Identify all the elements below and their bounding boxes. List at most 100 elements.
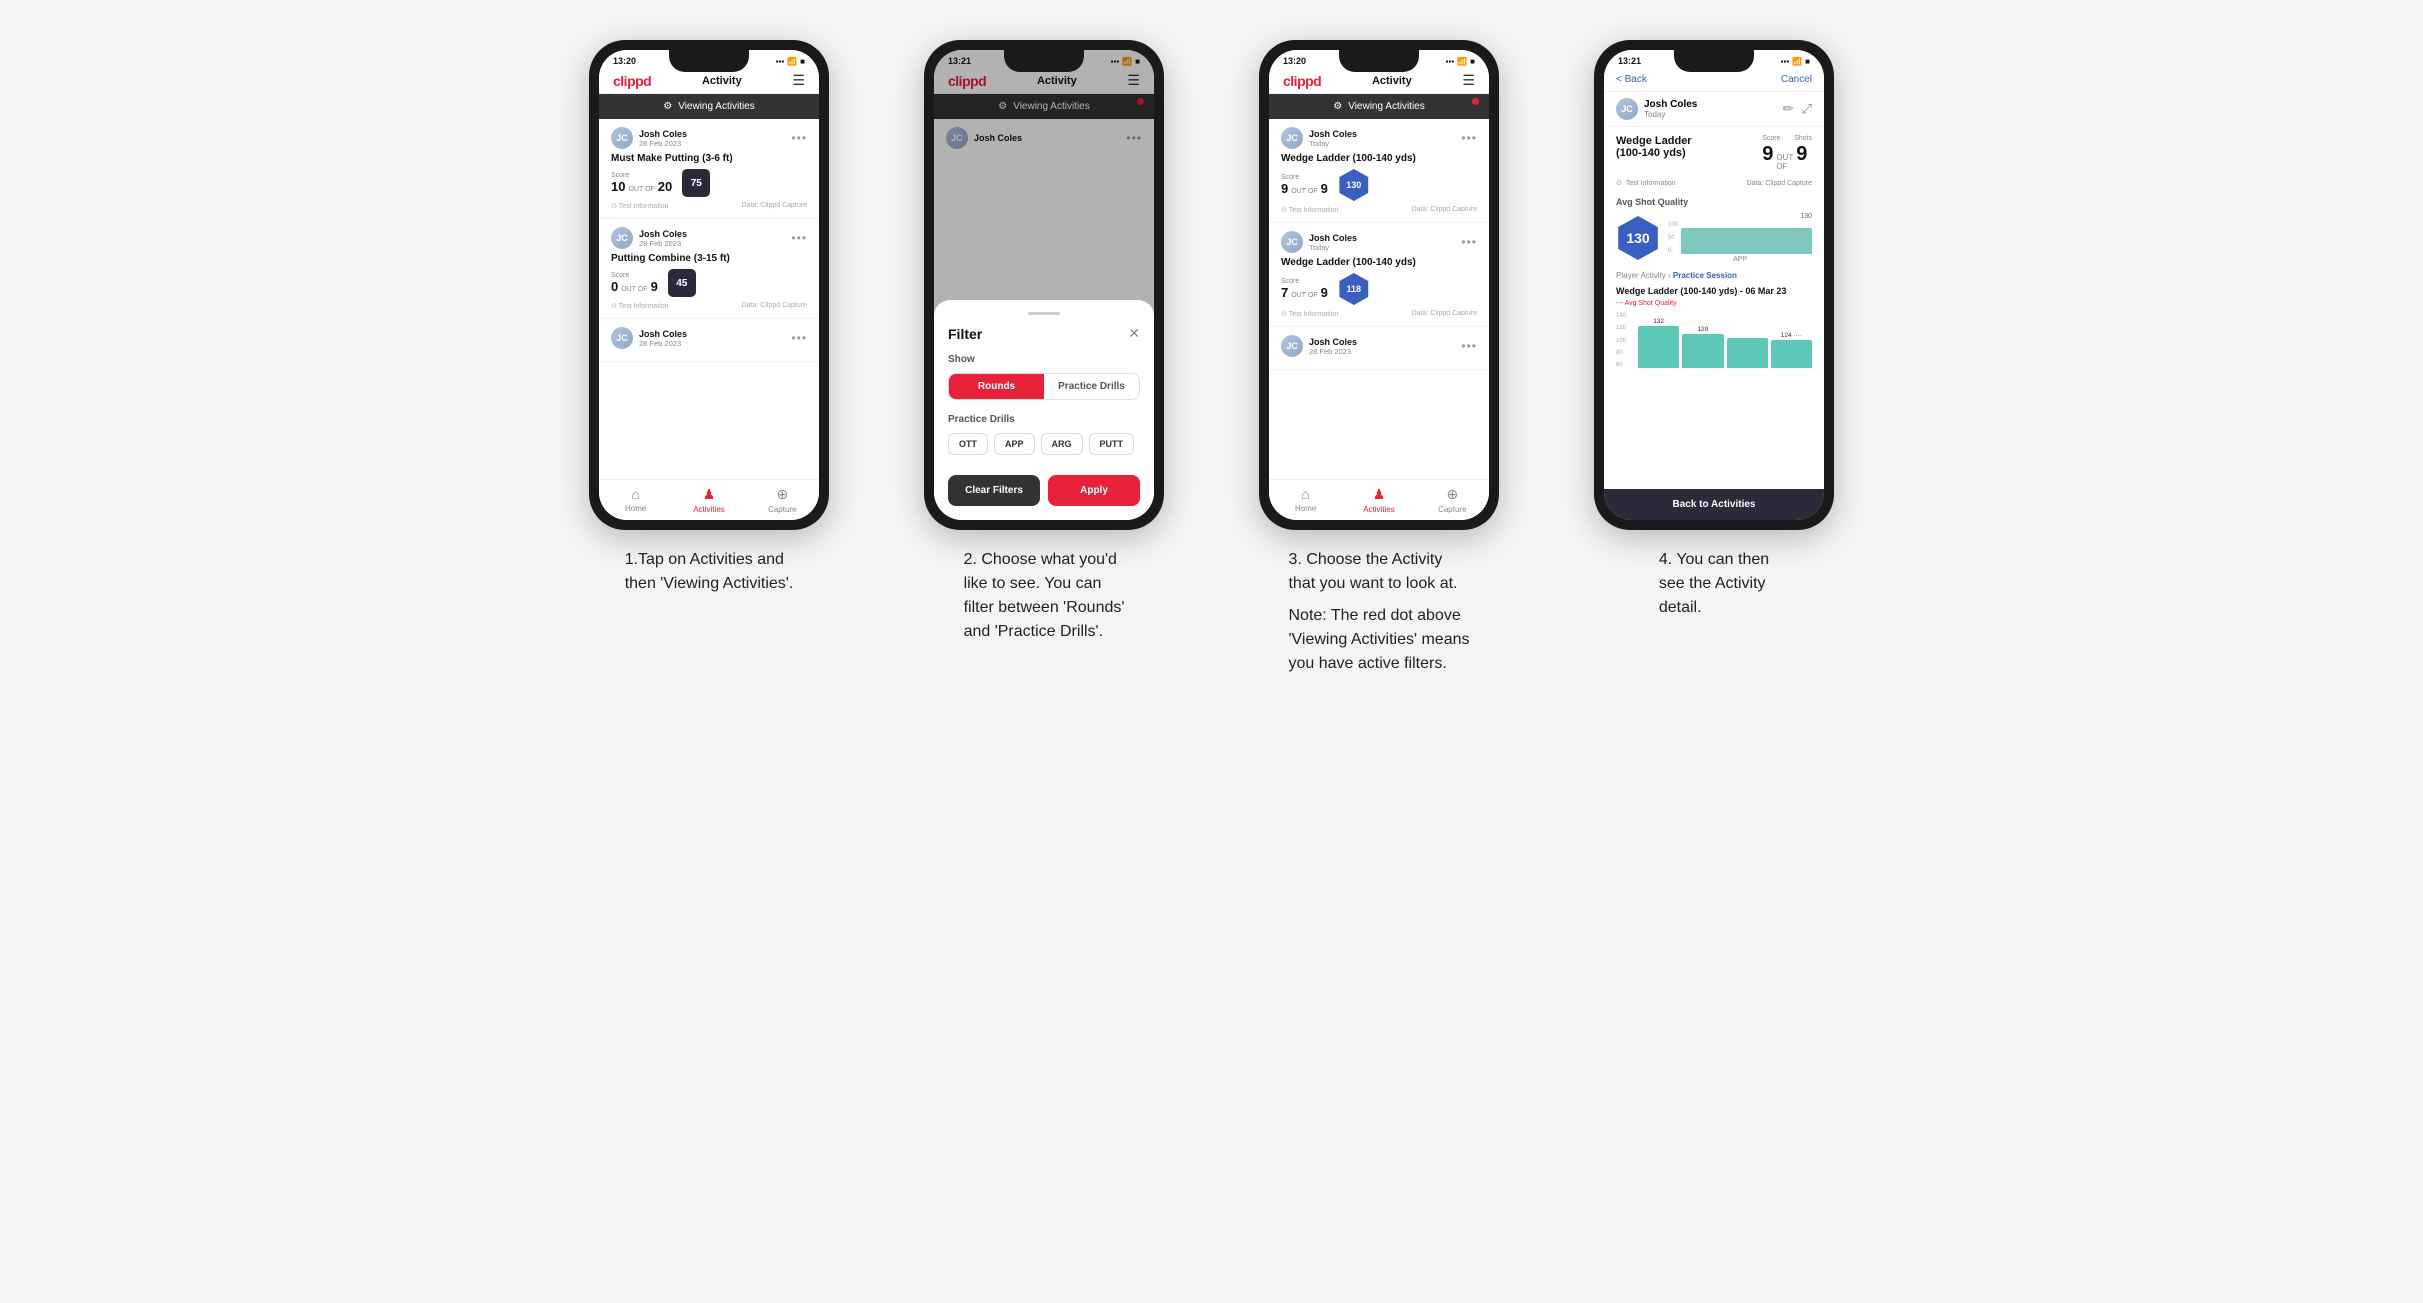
nav-menu-3[interactable]: ☰ [1462, 72, 1475, 89]
rounds-btn-2[interactable]: Rounds [949, 374, 1044, 399]
detail-user-bar-4: JC Josh Coles Today ✏ ⤢ [1604, 92, 1824, 127]
card-title-3-2: Wedge Ladder (100-140 yds) [1281, 257, 1477, 268]
activity-card-3-3[interactable]: JC Josh Coles 28 Feb 2023 ••• [1269, 327, 1489, 370]
capture-icon-1: ⊕ [776, 486, 788, 503]
apply-btn-2[interactable]: Apply [1048, 475, 1140, 506]
user-date-1-2: 28 Feb 2023 [639, 239, 687, 248]
info-right-4: Data: Clippd Capture [1747, 180, 1812, 187]
nav-activities-3[interactable]: ♟ Activities [1342, 480, 1415, 520]
activity-card-1-2[interactable]: JC Josh Coles 28 Feb 2023 ••• Putting Co… [599, 219, 819, 319]
activity-card-3-1[interactable]: JC Josh Coles Today ••• Wedge Ladder (10… [1269, 119, 1489, 223]
more-dots-1-2[interactable]: ••• [791, 231, 807, 245]
score-value-1-1: 10 [611, 179, 625, 194]
stat-of-1-1: OUT OF [628, 186, 654, 193]
shots-value-3-2: 9 [1321, 285, 1328, 300]
phone-2-frame: 13:21 ▪▪▪ 📶 ■ clippd Activity ☰ ⚙ Vie [924, 40, 1164, 530]
filter-title-2: Filter [948, 326, 982, 342]
step-2-col: 13:21 ▪▪▪ 📶 ■ clippd Activity ☰ ⚙ Vie [897, 40, 1192, 676]
stat-of-1-2: OUT OF [621, 286, 647, 293]
y-0: 0 [1668, 248, 1678, 254]
chart-value-label-4: 130 [1668, 213, 1812, 220]
practice-drills-btn-2[interactable]: Practice Drills [1044, 374, 1139, 399]
filter-close-2[interactable]: ✕ [1128, 325, 1140, 342]
card-header-3-2: JC Josh Coles Today ••• [1281, 231, 1477, 253]
user-date-3-1: Today [1309, 139, 1357, 148]
home-icon-3: ⌂ [1301, 486, 1309, 502]
user-info-3-1: Josh Coles Today [1309, 129, 1357, 148]
detail-score-right-4: Score Shots 9 OUTOF 9 [1762, 135, 1812, 171]
avatar-3-1: JC [1281, 127, 1303, 149]
drill-bar-4-4: 124 ···· [1771, 332, 1812, 368]
more-dots-1-1[interactable]: ••• [791, 131, 807, 145]
nav-capture-1[interactable]: ⊕ Capture [746, 480, 819, 520]
drill-chart-title-4: Wedge Ladder (100-140 yds) - 06 Mar 23 [1616, 286, 1812, 296]
activity-card-3-2[interactable]: JC Josh Coles Today ••• Wedge Ladder (10… [1269, 223, 1489, 327]
avg-quality-section-4: Avg Shot Quality 130 130 100 5 [1616, 197, 1812, 263]
stat-row-3-2: 7 OUT OF 9 [1281, 285, 1328, 300]
clear-filters-btn-2[interactable]: Clear Filters [948, 475, 1040, 506]
nav-activities-1[interactable]: ♟ Activities [672, 480, 745, 520]
card-header-1-3: JC Josh Coles 28 Feb 2023 ••• [611, 327, 807, 349]
detail-action-icons-4: ✏ ⤢ [1783, 101, 1812, 117]
chip-arg-2[interactable]: ARG [1041, 433, 1083, 455]
detail-user-name-4: Josh Coles [1644, 99, 1697, 110]
user-info-1-1: Josh Coles 28 Feb 2023 [639, 129, 687, 148]
nav-logo-1: clippd [613, 73, 651, 89]
phone-3-frame: 13:20 ▪▪▪ 📶 ■ clippd Activity ☰ ⚙ Vie [1259, 40, 1499, 530]
activities-icon-3: ♟ [1373, 486, 1386, 503]
more-dots-1-3[interactable]: ••• [791, 331, 807, 345]
footer-left-3-2: ⊙ Test Information [1281, 310, 1338, 318]
detail-avatar-inner-4: JC [1616, 98, 1638, 120]
wifi-icon-4: 📶 [1792, 57, 1802, 66]
filter-header-2: Filter ✕ [948, 325, 1140, 342]
drill-bar-3-4 [1727, 337, 1768, 368]
expand-icon-4[interactable]: ⤢ [1802, 101, 1812, 117]
card-stats-1-2: Score 0 OUT OF 9 45 [611, 269, 807, 297]
user-date-1-1: 28 Feb 2023 [639, 139, 687, 148]
stat-group-score-1-2: Score 0 OUT OF 9 [611, 272, 658, 294]
score-label-1-1: Score [611, 172, 672, 179]
drill-bar-3-fill [1727, 338, 1768, 368]
mini-bar-chart-4: 130 100 50 0 APP [1668, 213, 1812, 263]
back-to-activities-4[interactable]: Back to Activities [1604, 489, 1824, 520]
user-name-3-3: Josh Coles [1309, 337, 1357, 347]
viewing-activities-bar-1[interactable]: ⚙ Viewing Activities [599, 94, 819, 119]
chip-putt-2[interactable]: PUTT [1089, 433, 1135, 455]
chip-ott-2[interactable]: OTT [948, 433, 988, 455]
more-dots-3-3[interactable]: ••• [1461, 339, 1477, 353]
signal-icon-4: ▪▪▪ [1781, 57, 1790, 66]
edit-icon-4[interactable]: ✏ [1783, 101, 1794, 117]
filter-actions-2: Clear Filters Apply [948, 475, 1140, 506]
nav-menu-1[interactable]: ☰ [792, 72, 805, 89]
nav-home-3[interactable]: ⌂ Home [1269, 480, 1342, 520]
red-dot-3 [1472, 98, 1479, 105]
drill-bar-1-4: 132 [1638, 318, 1679, 368]
drill-bar-1-label: 132 [1653, 318, 1664, 325]
chip-app-2[interactable]: APP [994, 433, 1035, 455]
avatar-inner-3-2: JC [1281, 231, 1303, 253]
avatar-inner-1-2: JC [611, 227, 633, 249]
stat-row-1-1: 10 OUT OF 20 [611, 179, 672, 194]
avg-quality-label-4: Avg Shot Quality [1616, 197, 1812, 207]
avatar-inner-1-3: JC [611, 327, 633, 349]
wifi-icon-3: 📶 [1457, 57, 1467, 66]
back-btn-4[interactable]: < Back [1616, 74, 1647, 85]
cancel-btn-4[interactable]: Cancel [1781, 74, 1812, 85]
step-3-description: 3. Choose the Activity that you want to … [1288, 548, 1469, 676]
activity-card-1-3[interactable]: JC Josh Coles 28 Feb 2023 ••• [599, 319, 819, 362]
card-footer-1-1: ⊙ Test Information Data: Clippd Capture [611, 202, 807, 210]
player-activity-link-4[interactable]: Practice Session [1673, 271, 1737, 280]
activity-card-1-1[interactable]: JC Josh Coles 28 Feb 2023 ••• Must Make … [599, 119, 819, 219]
nav-home-1[interactable]: ⌂ Home [599, 480, 672, 520]
hex-badge-3-1: 130 [1338, 169, 1370, 201]
more-dots-3-2[interactable]: ••• [1461, 235, 1477, 249]
nav-capture-3[interactable]: ⊕ Capture [1416, 480, 1489, 520]
detail-avatar-4: JC [1616, 98, 1638, 120]
score-value-1-2: 0 [611, 279, 618, 294]
drill-bar-1-fill [1638, 326, 1679, 368]
more-dots-3-1[interactable]: ••• [1461, 131, 1477, 145]
detail-user-left-4: JC Josh Coles Today [1616, 98, 1697, 120]
chart-x-label-4: APP [1668, 256, 1812, 263]
drill-y-100: 100 [1616, 338, 1634, 344]
viewing-activities-bar-3[interactable]: ⚙ Viewing Activities [1269, 94, 1489, 119]
